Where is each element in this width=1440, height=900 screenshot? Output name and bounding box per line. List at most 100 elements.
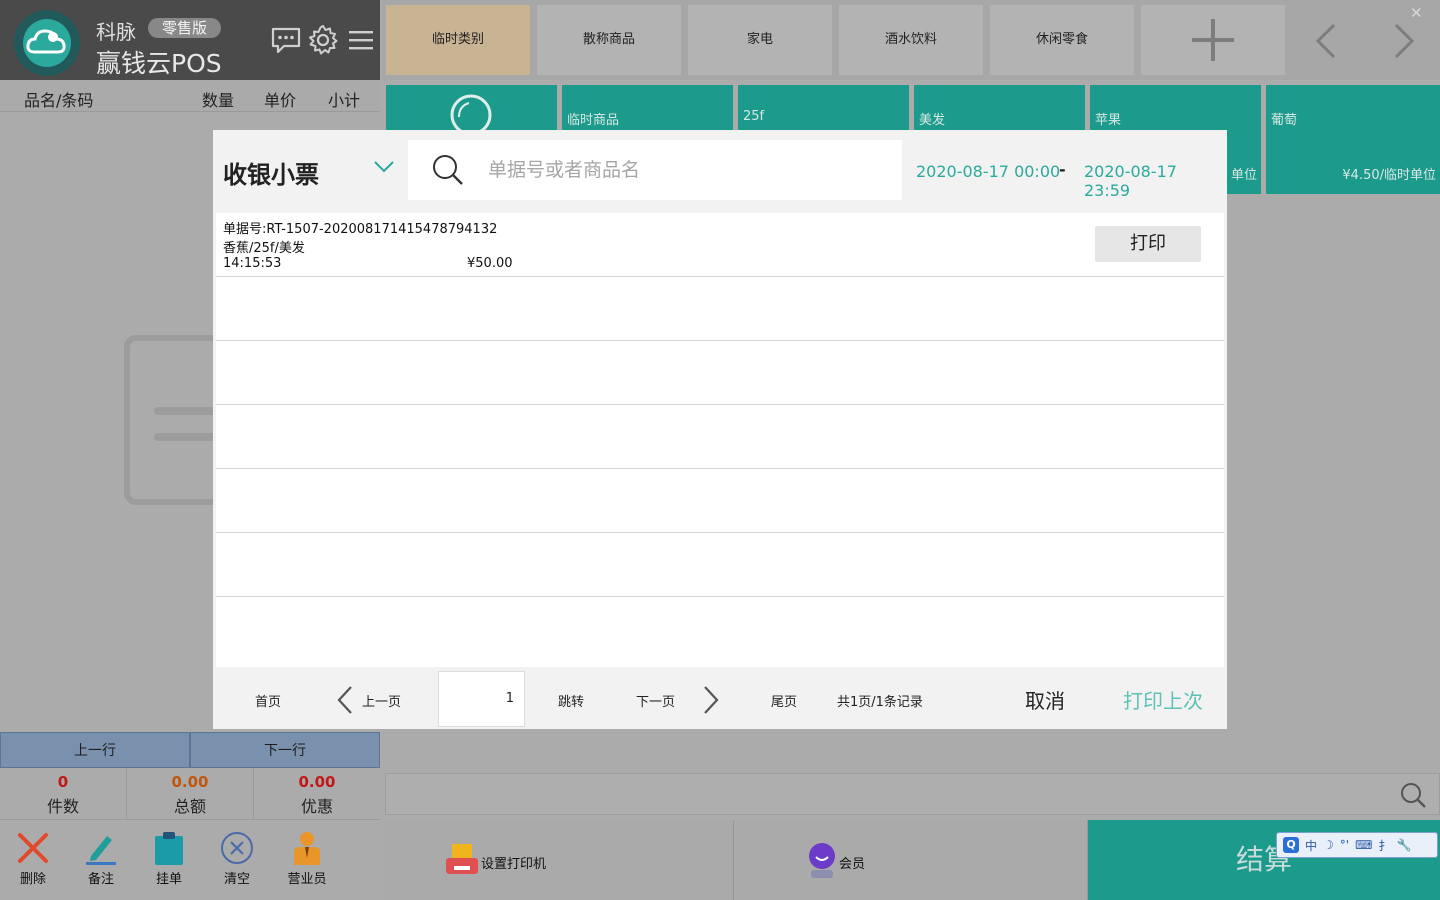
total-discount-label: 优惠 [300,797,333,816]
clipboard-icon [155,832,183,865]
product-name: 赢钱云POS [96,49,222,78]
member-button[interactable]: 会员 [734,820,1088,900]
ime-item[interactable]: ☽ [1323,838,1334,852]
product-name: 临时商品 [567,113,620,128]
hold-order-button[interactable]: 挂单 [139,830,199,887]
prev-page-button[interactable]: 上一页 [362,691,401,710]
date-end[interactable]: 2020-08-17 23:59 [1084,162,1227,200]
receipt-search-box [408,140,902,200]
product-search-bar[interactable] [385,773,1440,815]
ime-item[interactable]: °' [1340,838,1349,852]
company-name: 科脉 [96,20,136,44]
note-label: 备注 [87,872,114,887]
member-label: 会员 [839,857,866,872]
brand-header: 科脉 零售版 赢钱云POS [0,0,380,80]
print-last-button[interactable]: 打印上次 [1123,685,1203,714]
receipt-dialog: 收银小票 2020-08-17 00:00 - 2020-08-17 23:59… [213,130,1227,729]
col-name: 品名/条码 [24,91,94,110]
list-item [216,405,1224,469]
printer-settings-button[interactable]: 设置打印机 [382,820,734,900]
cart-table-header: 品名/条码 数量 单价 小计 [0,80,380,112]
product-name: 美发 [919,113,946,128]
cart-totals: 0 件数 0.00 总额 0.00 优惠 [0,768,380,820]
printer-icon [446,844,478,874]
close-icon[interactable]: ✕ [1410,4,1423,22]
search-icon [433,155,463,185]
receipt-row[interactable]: 单据号:RT-1507-20200817141547879413​2 香蕉/25… [216,213,1224,277]
receipt-amount: ¥50.00 [467,256,513,271]
receipt-type-selector[interactable]: 收银小票 [223,155,319,190]
hold-order-label: 挂单 [155,872,182,887]
gear-icon[interactable] [307,24,339,56]
chevron-down-icon[interactable] [373,160,395,174]
cart-toolbar: 删除 备注 挂单 清空 营业员 [0,820,380,900]
prev-row-button[interactable]: 上一行 [0,732,190,768]
print-receipt-button[interactable]: 打印 [1095,226,1201,262]
receipt-items: 香蕉/25f/美发 [223,241,305,256]
chevron-right-icon[interactable] [702,685,720,715]
category-snacks[interactable]: 休闲零食 [990,5,1134,75]
date-start[interactable]: 2020-08-17 00:00 [916,162,1060,181]
delete-button[interactable]: 删除 [3,830,63,887]
receipt-list: 单据号:RT-1507-20200817141547879413​2 香蕉/25… [216,213,1224,667]
delete-x-icon [18,833,48,863]
add-category-icon [1192,19,1234,61]
ime-toolbar[interactable]: Q 中 ☽ °' ⌨ 扌 🔧 [1276,832,1438,858]
list-item [216,469,1224,533]
salesperson-button[interactable]: 营业员 [277,830,337,887]
col-subtotal: 小计 [328,91,361,110]
list-item [216,533,1224,597]
clear-circle-icon [221,832,253,864]
date-separator: - [1059,160,1066,179]
col-price: 单价 [264,91,297,110]
salesperson-icon [294,832,320,865]
jump-page-button[interactable]: 跳转 [558,691,584,710]
total-amount-label: 总额 [173,797,206,816]
chat-icon[interactable] [270,24,302,56]
product-price: 单位 [1230,168,1257,183]
ime-item[interactable]: 扌 [1378,837,1390,854]
category-appliance[interactable]: 家电 [688,5,832,75]
product-name: 25f [743,109,765,124]
pagination-summary: 共1页/1条记录 [837,695,923,710]
total-count: 0 件数 [0,768,127,819]
clear-button[interactable]: 清空 [207,830,267,887]
total-discount-value: 0.00 [298,773,336,791]
col-qty: 数量 [202,91,235,110]
receipt-time: 14:15:53 [223,256,282,271]
total-amount: 0.00 总额 [127,768,254,819]
category-bulk[interactable]: 散称商品 [537,5,681,75]
edition-badge: 零售版 [148,18,222,38]
printer-settings-label: 设置打印机 [481,857,547,872]
search-icon[interactable] [1399,781,1427,809]
cancel-button[interactable]: 取消 [1025,685,1065,714]
ime-item[interactable]: ⌨ [1355,838,1372,852]
next-row-button[interactable]: 下一行 [190,732,380,768]
receipt-search-input[interactable] [488,154,868,186]
note-button[interactable]: 备注 [71,830,131,887]
category-drinks[interactable]: 酒水饮料 [839,5,983,75]
page-number-input[interactable]: 1 [438,671,525,727]
cloud-cat-icon [26,29,66,54]
last-page-button[interactable]: 尾页 [771,691,797,710]
next-page-button[interactable]: 下一页 [636,691,675,710]
member-icon [809,843,835,878]
receipt-number: 单据号:RT-1507-20200817141547879413​2 [223,222,498,237]
pen-icon [86,836,116,865]
category-temp[interactable]: 临时类别 [386,5,530,75]
chevron-right-icon[interactable] [1392,23,1416,59]
chevron-left-icon[interactable] [336,685,354,715]
app-logo [14,10,80,76]
first-page-button[interactable]: 首页 [255,691,281,710]
row-navigation: 上一行 下一行 [0,732,380,768]
list-item [216,277,1224,341]
ime-item[interactable]: 🔧 [1396,838,1411,852]
add-category-button[interactable] [1141,5,1285,75]
salesperson-label: 营业员 [287,872,327,887]
total-count-label: 件数 [46,797,79,816]
total-amount-value: 0.00 [171,773,209,791]
menu-icon[interactable] [345,24,377,56]
product-tile[interactable]: 葡萄 ¥4.50/临时单位 [1266,85,1440,194]
chevron-left-icon[interactable] [1314,23,1338,59]
ime-item[interactable]: 中 [1305,837,1317,854]
